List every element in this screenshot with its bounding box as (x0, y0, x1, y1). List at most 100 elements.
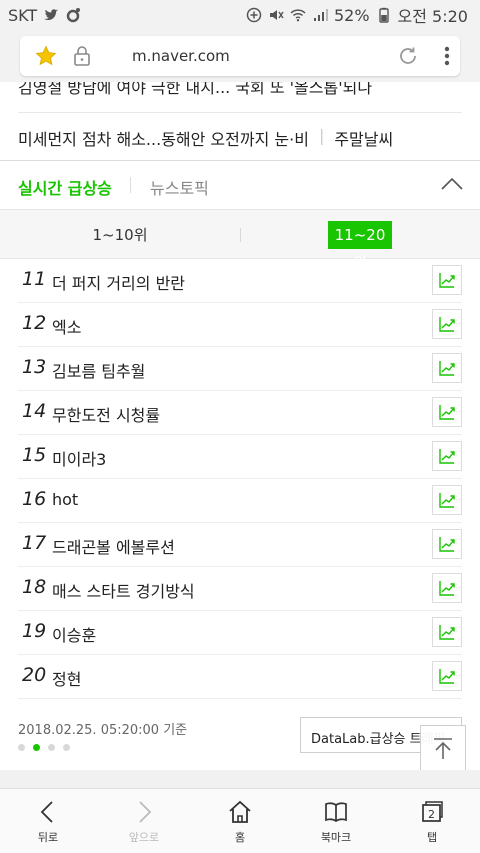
forward-label: 앞으로 (128, 831, 160, 844)
data-saver-icon (246, 7, 262, 23)
trend-chart-icon (439, 405, 455, 420)
trend-chart-icon (439, 317, 455, 332)
rank-row[interactable]: 17 드래곤볼 에볼루션 (18, 523, 462, 567)
tabs-label: 탭 (426, 831, 438, 844)
chevron-up-icon[interactable] (440, 175, 464, 191)
battery-percent: 52% (333, 5, 370, 25)
rank-number: 17 (22, 532, 47, 554)
trend-chart-icon (439, 493, 455, 508)
rank-row[interactable]: 13 김보름 팀추월 (18, 347, 462, 391)
trend-chart-button[interactable] (432, 661, 462, 691)
divider (240, 228, 241, 242)
trend-chart-icon (439, 449, 455, 464)
wifi-icon (290, 9, 306, 22)
url-text[interactable]: m.naver.com (132, 47, 230, 65)
trend-chart-button[interactable] (432, 265, 462, 295)
status-bar: SKT 52% 오전 5:20 (0, 0, 480, 30)
lock-icon (74, 46, 90, 66)
address-bar[interactable]: m.naver.com (20, 36, 460, 76)
trend-chart-icon (439, 581, 455, 596)
rank-row[interactable]: 12 엑소 (18, 303, 462, 347)
rank-range-11-20[interactable]: 11~20위 (328, 221, 392, 272)
forward-button[interactable]: 앞으로 (96, 789, 192, 853)
rank-number: 14 (22, 400, 47, 422)
update-timestamp: 2018.02.25. 05:20:00 기준 (18, 723, 188, 738)
rank-number: 12 (22, 312, 47, 334)
trend-chart-button[interactable] (432, 353, 462, 383)
rank-keyword[interactable]: hot (52, 490, 78, 509)
rank-row[interactable]: 14 무한도전 시청률 (18, 391, 462, 435)
page-dot[interactable] (48, 744, 55, 751)
tabs-icon: 2 (422, 801, 443, 822)
section-tabs: 실시간 급상승 뉴스토픽 (0, 161, 480, 209)
rank-keyword[interactable]: 이승훈 (52, 622, 96, 646)
news-ticker: 김영철 방남에 여야 극한 내지... 국회 또 '올스톱'되나 미세먼지 점차… (0, 82, 480, 160)
trend-chart-icon (439, 669, 455, 684)
rank-row[interactable]: 11 더 퍼지 거리의 반란 (18, 259, 462, 303)
divider (18, 112, 462, 113)
tab-count: 2 (428, 808, 435, 821)
carrier-label: SKT (8, 5, 38, 25)
browser-toolbar: m.naver.com (0, 30, 480, 82)
rank-number: 16 (22, 488, 47, 510)
rank-number: 15 (22, 444, 47, 466)
trend-chart-button[interactable] (432, 397, 462, 427)
news-headline-row: 미세먼지 점차 해소...동해안 오전까지 눈·비 | 주말날씨 (18, 126, 393, 150)
browser-bottom-nav: 뒤로 앞으로 홈 북마크 2 탭 (0, 788, 480, 853)
signal-icon (313, 9, 328, 21)
rank-row[interactable]: 20 정현 (18, 655, 462, 699)
trend-chart-button[interactable] (432, 617, 462, 647)
trend-chart-button[interactable] (432, 309, 462, 339)
app-notification-icon (66, 8, 81, 23)
page-dot[interactable] (63, 744, 70, 751)
home-button[interactable]: 홈 (192, 789, 288, 853)
rank-list: 11 더 퍼지 거리의 반란 12 엑소 13 김보름 팀추월 14 무한도전 시청률 15 미이… (0, 259, 480, 699)
trend-chart-button[interactable] (432, 441, 462, 471)
back-label: 뒤로 (37, 831, 59, 844)
mute-icon (269, 10, 284, 20)
rank-row[interactable]: 16 hot (18, 479, 462, 523)
page-dot[interactable] (18, 744, 25, 751)
news-headline[interactable]: 김영철 방남에 여야 극한 내지... 국회 또 '올스톱'되나 (18, 82, 372, 98)
rank-keyword[interactable]: 드래곤볼 에볼루션 (52, 534, 175, 558)
page-indicator (18, 744, 70, 751)
rank-keyword[interactable]: 엑소 (52, 314, 81, 338)
section-spacer (0, 770, 480, 788)
rank-keyword[interactable]: 더 퍼지 거리의 반란 (52, 270, 185, 294)
back-button[interactable]: 뒤로 (0, 789, 96, 853)
separator: | (318, 126, 325, 145)
rank-keyword[interactable]: 무한도전 시청률 (52, 402, 160, 426)
rank-keyword[interactable]: 정현 (52, 666, 81, 690)
rank-range-toggle: 1~10위 11~20위 (0, 209, 480, 272)
rank-row[interactable]: 19 이승훈 (18, 611, 462, 655)
bookmarks-button[interactable]: 북마크 (288, 789, 384, 853)
star-bookmark-icon[interactable] (34, 44, 58, 68)
rank-keyword[interactable]: 미이라3 (52, 446, 106, 470)
news-headline[interactable]: 미세먼지 점차 해소...동해안 오전까지 눈·비 (18, 126, 309, 150)
scroll-top-button[interactable] (420, 725, 466, 771)
news-weather-link[interactable]: 주말날씨 (334, 126, 393, 150)
trend-chart-icon (439, 361, 455, 376)
home-label: 홈 (234, 831, 246, 844)
rank-number: 13 (22, 356, 47, 378)
more-menu-icon[interactable] (444, 46, 450, 66)
tab-news-topic[interactable]: 뉴스토픽 (150, 175, 209, 199)
page-dot[interactable] (33, 744, 40, 751)
bookmarks-label: 북마크 (320, 831, 352, 844)
chevron-right-icon (139, 801, 152, 823)
battery-icon (378, 7, 389, 23)
tab-separator (130, 177, 131, 193)
trend-chart-button[interactable] (432, 485, 462, 515)
tab-realtime-rising[interactable]: 실시간 급상승 (18, 175, 112, 199)
rank-row[interactable]: 15 미이라3 (18, 435, 462, 479)
tabs-button[interactable]: 2 탭 (384, 789, 480, 853)
trend-chart-button[interactable] (432, 529, 462, 559)
reload-icon[interactable] (396, 44, 420, 68)
rank-keyword[interactable]: 매스 스타트 경기방식 (52, 578, 195, 602)
rank-row[interactable]: 18 매스 스타트 경기방식 (18, 567, 462, 611)
trend-chart-icon (439, 537, 455, 552)
rank-keyword[interactable]: 김보름 팀추월 (52, 358, 145, 382)
rank-range-1-10[interactable]: 1~10위 (0, 224, 240, 245)
trend-chart-button[interactable] (432, 573, 462, 603)
rank-number: 11 (22, 268, 47, 290)
